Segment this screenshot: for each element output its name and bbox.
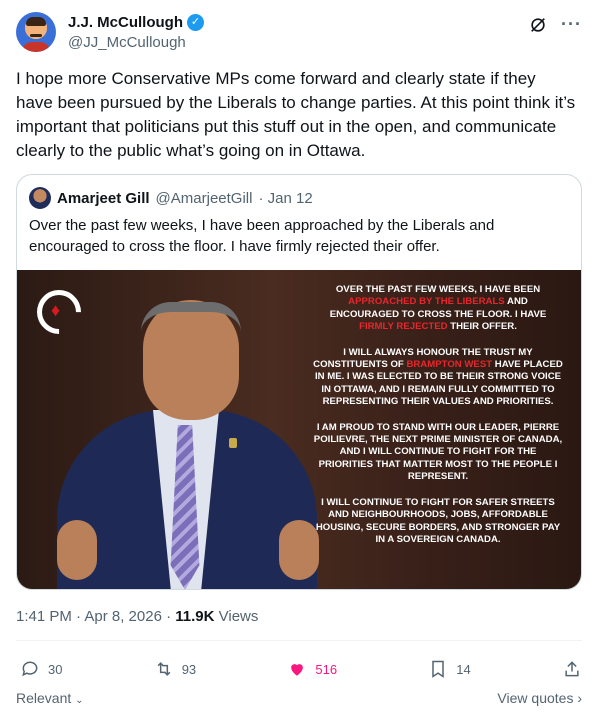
tweet-meta: 1:41 PM · Apr 8, 2026 · 11.9K Views [16,608,258,625]
divider [16,640,582,641]
bookmark-count: 14 [456,661,471,677]
bookmark-icon [432,660,445,678]
chevron-right-icon: › [577,690,582,706]
chevron-down-icon: ⌄ [75,695,84,706]
statement-paragraph-2: I will always honour the trust my consti… [313,346,563,408]
repost-count: 93 [181,661,197,677]
person-left-hand [57,520,97,580]
quoted-tweet-image[interactable]: ♦ Over the past few weeks, I have been a… [17,270,581,589]
quoted-tweet[interactable]: Amarjeet Gill @AmarjeetGill · Jan 12 Ove… [16,174,582,590]
like-button[interactable]: 516 [287,659,337,679]
maple-leaf-icon: ♦ [51,300,61,320]
tweet-text: I hope more Conservative MPs come forwar… [16,69,576,160]
repost-button[interactable]: 93 [154,659,196,679]
verified-badge-icon: ✓ [187,14,205,31]
share-icon [565,661,579,677]
author-name-row: J.J. McCullough ✓ [68,14,205,31]
repost-icon [157,662,171,676]
statement-paragraph-3: I am proud to stand with our leader, Pie… [313,421,563,483]
header-icons: ··· [529,14,582,35]
grok-icon[interactable] [529,16,547,34]
image-statement: Over the past few weeks, I have been app… [313,284,563,559]
reply-count: 30 [48,661,63,677]
quoted-author-avatar [29,187,51,209]
quoted-author-handle: @AmarjeetGill [155,189,253,207]
bookmark-button[interactable]: 14 [428,659,471,679]
like-count: 516 [315,661,338,677]
quoted-tweet-header: Amarjeet Gill @AmarjeetGill · Jan 12 [29,187,313,209]
tweet-header: J.J. McCullough ✓ @JJ_McCullough ··· [16,12,582,56]
tweet-footer: Relevant ⌄ View quotes › [16,690,582,706]
view-quotes-link[interactable]: View quotes › [497,690,582,706]
statement-paragraph-1: Over the past few weeks, I have been app… [329,284,547,333]
share-button[interactable] [562,659,582,679]
more-icon[interactable]: ··· [561,14,582,35]
views-label: Views [214,608,259,625]
author-avatar[interactable] [16,12,56,52]
author-display-name[interactable]: J.J. McCullough [68,14,183,31]
lapel-pin [229,438,237,448]
relevant-sort-button[interactable]: Relevant ⌄ [16,690,84,706]
quoted-author-name: Amarjeet Gill [57,189,150,207]
heart-icon [291,664,304,676]
quoted-tweet-date: · Jan 12 [258,189,313,207]
author-handle[interactable]: @JJ_McCullough [68,34,186,51]
views-count: 11.9K [175,608,215,625]
reply-button[interactable]: 30 [20,659,62,679]
quoted-tweet-text: Over the past few weeks, I have been app… [29,217,495,255]
tweet-timestamp[interactable]: 1:41 PM · Apr 8, 2026 · [16,608,175,625]
reply-icon [22,661,38,677]
action-bar: 30 93 516 14 [20,657,582,681]
person-hair [141,302,241,332]
statement-paragraph-4: I will continue to fight for safer stree… [315,496,561,545]
